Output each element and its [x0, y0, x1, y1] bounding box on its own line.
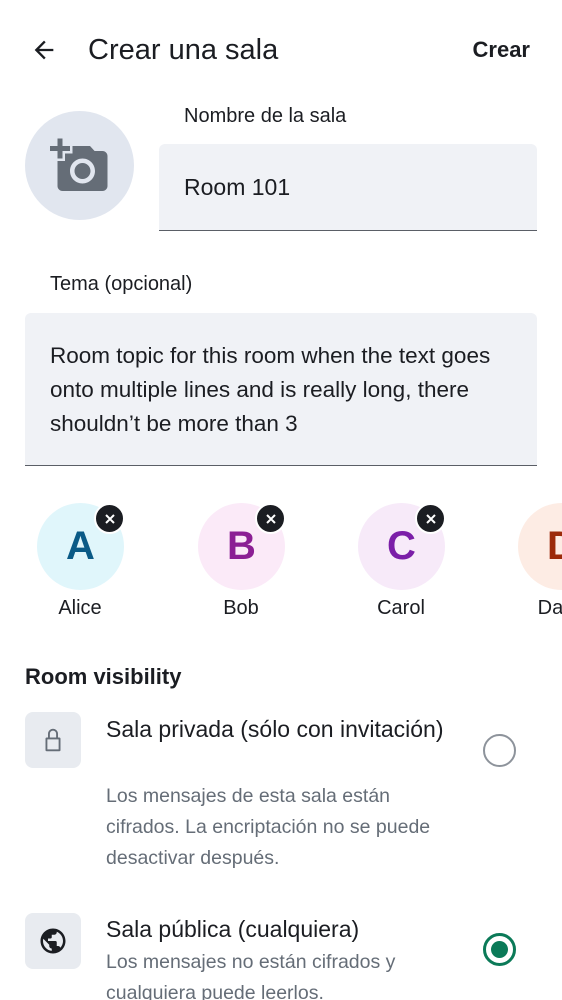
room-avatar-picker[interactable] — [25, 111, 134, 220]
topic-field[interactable]: Room topic for this room when the text g… — [25, 313, 537, 466]
close-icon — [104, 513, 115, 524]
member-name: Carol — [377, 597, 425, 619]
private-option-description: Los mensajes de esta sala están cifrados… — [106, 785, 431, 869]
private-option-icon-box — [25, 712, 81, 768]
public-option-title: Sala pública (cualquiera) — [106, 916, 360, 942]
remove-member-button[interactable] — [94, 503, 125, 534]
room-name-label: Nombre de la sala — [184, 105, 347, 127]
member-name: Dave — [537, 597, 562, 619]
create-button[interactable]: Crear — [473, 30, 530, 70]
public-option-radio[interactable] — [483, 933, 516, 966]
avatar: D — [518, 503, 562, 590]
remove-member-button[interactable] — [415, 503, 446, 534]
remove-member-button[interactable] — [255, 503, 286, 534]
page-title: Crear una sala — [88, 34, 279, 66]
room-name-field[interactable] — [159, 144, 537, 231]
topic-text: Room topic for this room when the text g… — [50, 343, 491, 436]
public-option-description: Los mensajes no están cifrados y cualqui… — [106, 951, 396, 1000]
member-chip: C Carol — [339, 498, 463, 628]
selected-members-list[interactable]: A Alice B Bob C Carol D Dave — [0, 498, 562, 628]
close-icon — [425, 513, 436, 524]
member-chip: A Alice — [18, 498, 142, 628]
member-name: Bob — [223, 597, 259, 619]
room-name-input[interactable] — [159, 144, 537, 230]
member-name: Alice — [58, 597, 102, 619]
member-chip: D Dave — [499, 498, 562, 628]
back-button[interactable] — [24, 30, 64, 70]
topic-label: Tema (opcional) — [50, 273, 193, 295]
public-option-icon-box — [25, 913, 81, 969]
lock-icon — [45, 728, 61, 752]
globe-icon — [40, 928, 66, 954]
add-photo-icon — [49, 138, 107, 191]
room-visibility-title: Room visibility — [25, 664, 182, 689]
private-option-radio[interactable] — [483, 734, 516, 767]
private-option-title: Sala privada (sólo con invitación) — [106, 716, 444, 742]
close-icon — [265, 513, 276, 524]
member-chip: B Bob — [179, 498, 303, 628]
arrow-back-icon — [34, 40, 54, 60]
